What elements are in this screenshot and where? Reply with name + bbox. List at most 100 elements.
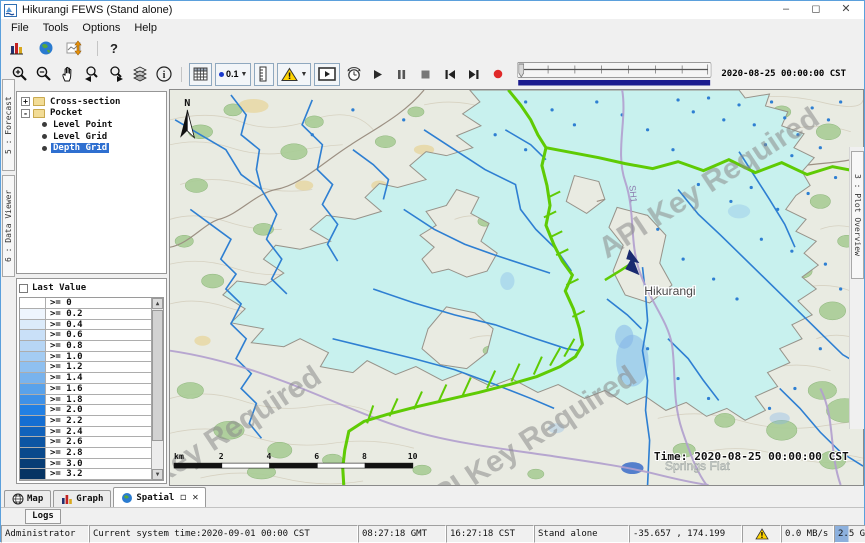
legend-row-label: >= 0.6 [46, 330, 83, 340]
zoom-previous-icon[interactable] [81, 64, 102, 85]
movie-player-button[interactable] [314, 63, 340, 86]
maximize-button[interactable]: ◻ [801, 1, 831, 19]
scroll-thumb[interactable] [152, 310, 163, 441]
legend-row[interactable]: >= 0.8 [20, 341, 151, 352]
tab-map[interactable]: Map [4, 490, 51, 507]
legend-row[interactable]: >= 0.4 [20, 320, 151, 331]
legend-row[interactable]: >= 2.4 [20, 427, 151, 438]
tree-node-label: Cross-section [48, 97, 122, 107]
svg-text:!: ! [760, 531, 764, 540]
bar-chart-display-icon[interactable] [6, 38, 27, 59]
legend-row[interactable]: >= 3.2 [20, 469, 151, 480]
legend-row[interactable]: >= 1.2 [20, 362, 151, 373]
timer-icon[interactable] [343, 64, 364, 85]
zoom-out-icon[interactable] [33, 64, 54, 85]
legend-row[interactable]: >= 2.6 [20, 437, 151, 448]
help-icon[interactable]: ? [110, 41, 118, 56]
legend-row-label: >= 2.4 [46, 427, 83, 437]
tab-spatial[interactable]: Spatial ◻ ✕ [113, 487, 206, 507]
last-value-checkbox[interactable] [19, 284, 28, 293]
tab-plot-overview[interactable]: 3 : Plot Overview [851, 151, 864, 279]
legend-row[interactable]: >= 2.2 [20, 416, 151, 427]
scale-ruler-button[interactable] [254, 63, 274, 86]
record-icon[interactable] [487, 64, 508, 85]
legend-row[interactable]: >= 1.6 [20, 384, 151, 395]
legend-color-swatch [20, 298, 46, 308]
legend-row[interactable]: >= 3.0 [20, 459, 151, 470]
last-value-label: Last Value [32, 283, 86, 293]
time-span-bar [519, 80, 711, 86]
profile-chart-icon[interactable] [64, 38, 85, 59]
legend-color-swatch [20, 448, 46, 458]
menu-options[interactable]: Options [75, 21, 127, 35]
scroll-down-icon[interactable]: ▼ [152, 469, 163, 480]
svg-text:8: 8 [362, 452, 367, 461]
menu-file[interactable]: File [4, 21, 36, 35]
grid-display-button[interactable] [189, 63, 212, 86]
status-network-speed: 0.0 MB/s [781, 525, 834, 543]
legend-row[interactable]: >= 1.4 [20, 373, 151, 384]
menu-help[interactable]: Help [127, 21, 164, 35]
last-value-option[interactable]: Last Value [19, 281, 164, 295]
right-tab-strip: 3 : Plot Overview [849, 147, 864, 429]
scroll-up-icon[interactable]: ▲ [152, 298, 163, 309]
legend-row[interactable]: >= 0.6 [20, 330, 151, 341]
map-viewport[interactable]: SH1 Hikurangi Springs Flat API Key Requi… [169, 89, 864, 486]
tab-graph[interactable]: Graph [53, 490, 111, 507]
layers-icon[interactable] [129, 64, 150, 85]
legend-panel: Last Value >= 0 >= 0.2 [16, 278, 167, 484]
svg-text:6: 6 [314, 452, 319, 461]
legend-row[interactable]: >= 1.8 [20, 395, 151, 406]
step-forward-icon[interactable] [463, 64, 484, 85]
legend-row-label: >= 3.2 [46, 469, 83, 479]
close-button[interactable]: ✕ [831, 1, 861, 19]
tree-node-level-grid[interactable]: Level Grid [17, 131, 166, 143]
threshold-dropdown[interactable]: 0.1 ▼ [215, 63, 251, 86]
tree-node-level-point[interactable]: Level Point [17, 119, 166, 131]
tab-forecast[interactable]: 5 : Forecast [2, 79, 15, 171]
legend-row[interactable]: >= 2.0 [20, 405, 151, 416]
legend-row-label: >= 1.2 [46, 362, 83, 372]
legend-color-swatch [20, 352, 46, 362]
collapse-icon[interactable]: - [21, 109, 30, 118]
legend-color-swatch [20, 427, 46, 437]
legend-row[interactable]: >= 0.2 [20, 309, 151, 320]
legend-scrollbar[interactable]: ▲ ▼ [151, 298, 163, 480]
minimize-button[interactable]: – [771, 1, 801, 19]
svg-text:10: 10 [408, 452, 418, 461]
pause-icon[interactable] [391, 64, 412, 85]
legend-row[interactable]: >= 1.0 [20, 352, 151, 363]
application-window: { "window": { "title": "Hikurangi FEWS (… [0, 0, 865, 542]
svg-text:N: N [184, 98, 190, 109]
tab-logs[interactable]: Logs [25, 509, 61, 524]
warning-dropdown[interactable]: ! ▼ [277, 63, 311, 86]
legend-row-label: >= 2.8 [46, 448, 83, 458]
window-title: Hikurangi FEWS (Stand alone) [22, 4, 172, 16]
stop-icon[interactable] [415, 64, 436, 85]
play-icon[interactable] [367, 64, 388, 85]
zoom-next-icon[interactable] [105, 64, 126, 85]
tab-close-icon[interactable]: ✕ [192, 492, 198, 503]
tree-node-cross-section[interactable]: + Cross-section [17, 96, 166, 108]
pan-hand-icon[interactable] [57, 64, 78, 85]
time-slider[interactable] [517, 61, 712, 87]
globe-icon [121, 492, 133, 504]
title-bar[interactable]: Hikurangi FEWS (Stand alone) – ◻ ✕ [1, 1, 864, 19]
globe-display-icon[interactable] [35, 38, 56, 59]
menu-tools[interactable]: Tools [36, 21, 76, 35]
legend-rows: >= 0 >= 0.2 >= 0.4 [20, 298, 151, 480]
tab-data-viewer[interactable]: 6 : Data Viewer [2, 175, 15, 277]
legend-row[interactable]: >= 2.8 [20, 448, 151, 459]
step-back-icon[interactable] [439, 64, 460, 85]
status-warning[interactable]: ! [742, 525, 781, 543]
tree-node-pocket[interactable]: - Pocket [17, 108, 166, 120]
expand-icon[interactable]: + [21, 97, 30, 106]
tree-node-depth-grid[interactable]: Depth Grid [17, 142, 166, 154]
legend-row[interactable]: >= 0 [20, 298, 151, 309]
bullet-icon [42, 146, 47, 151]
svg-text:i: i [162, 70, 165, 81]
status-user: Administrator [1, 525, 89, 543]
info-icon[interactable]: i [153, 64, 174, 85]
legend-row-label: >= 2.0 [46, 405, 83, 415]
tab-maximize-icon[interactable]: ◻ [180, 492, 186, 503]
